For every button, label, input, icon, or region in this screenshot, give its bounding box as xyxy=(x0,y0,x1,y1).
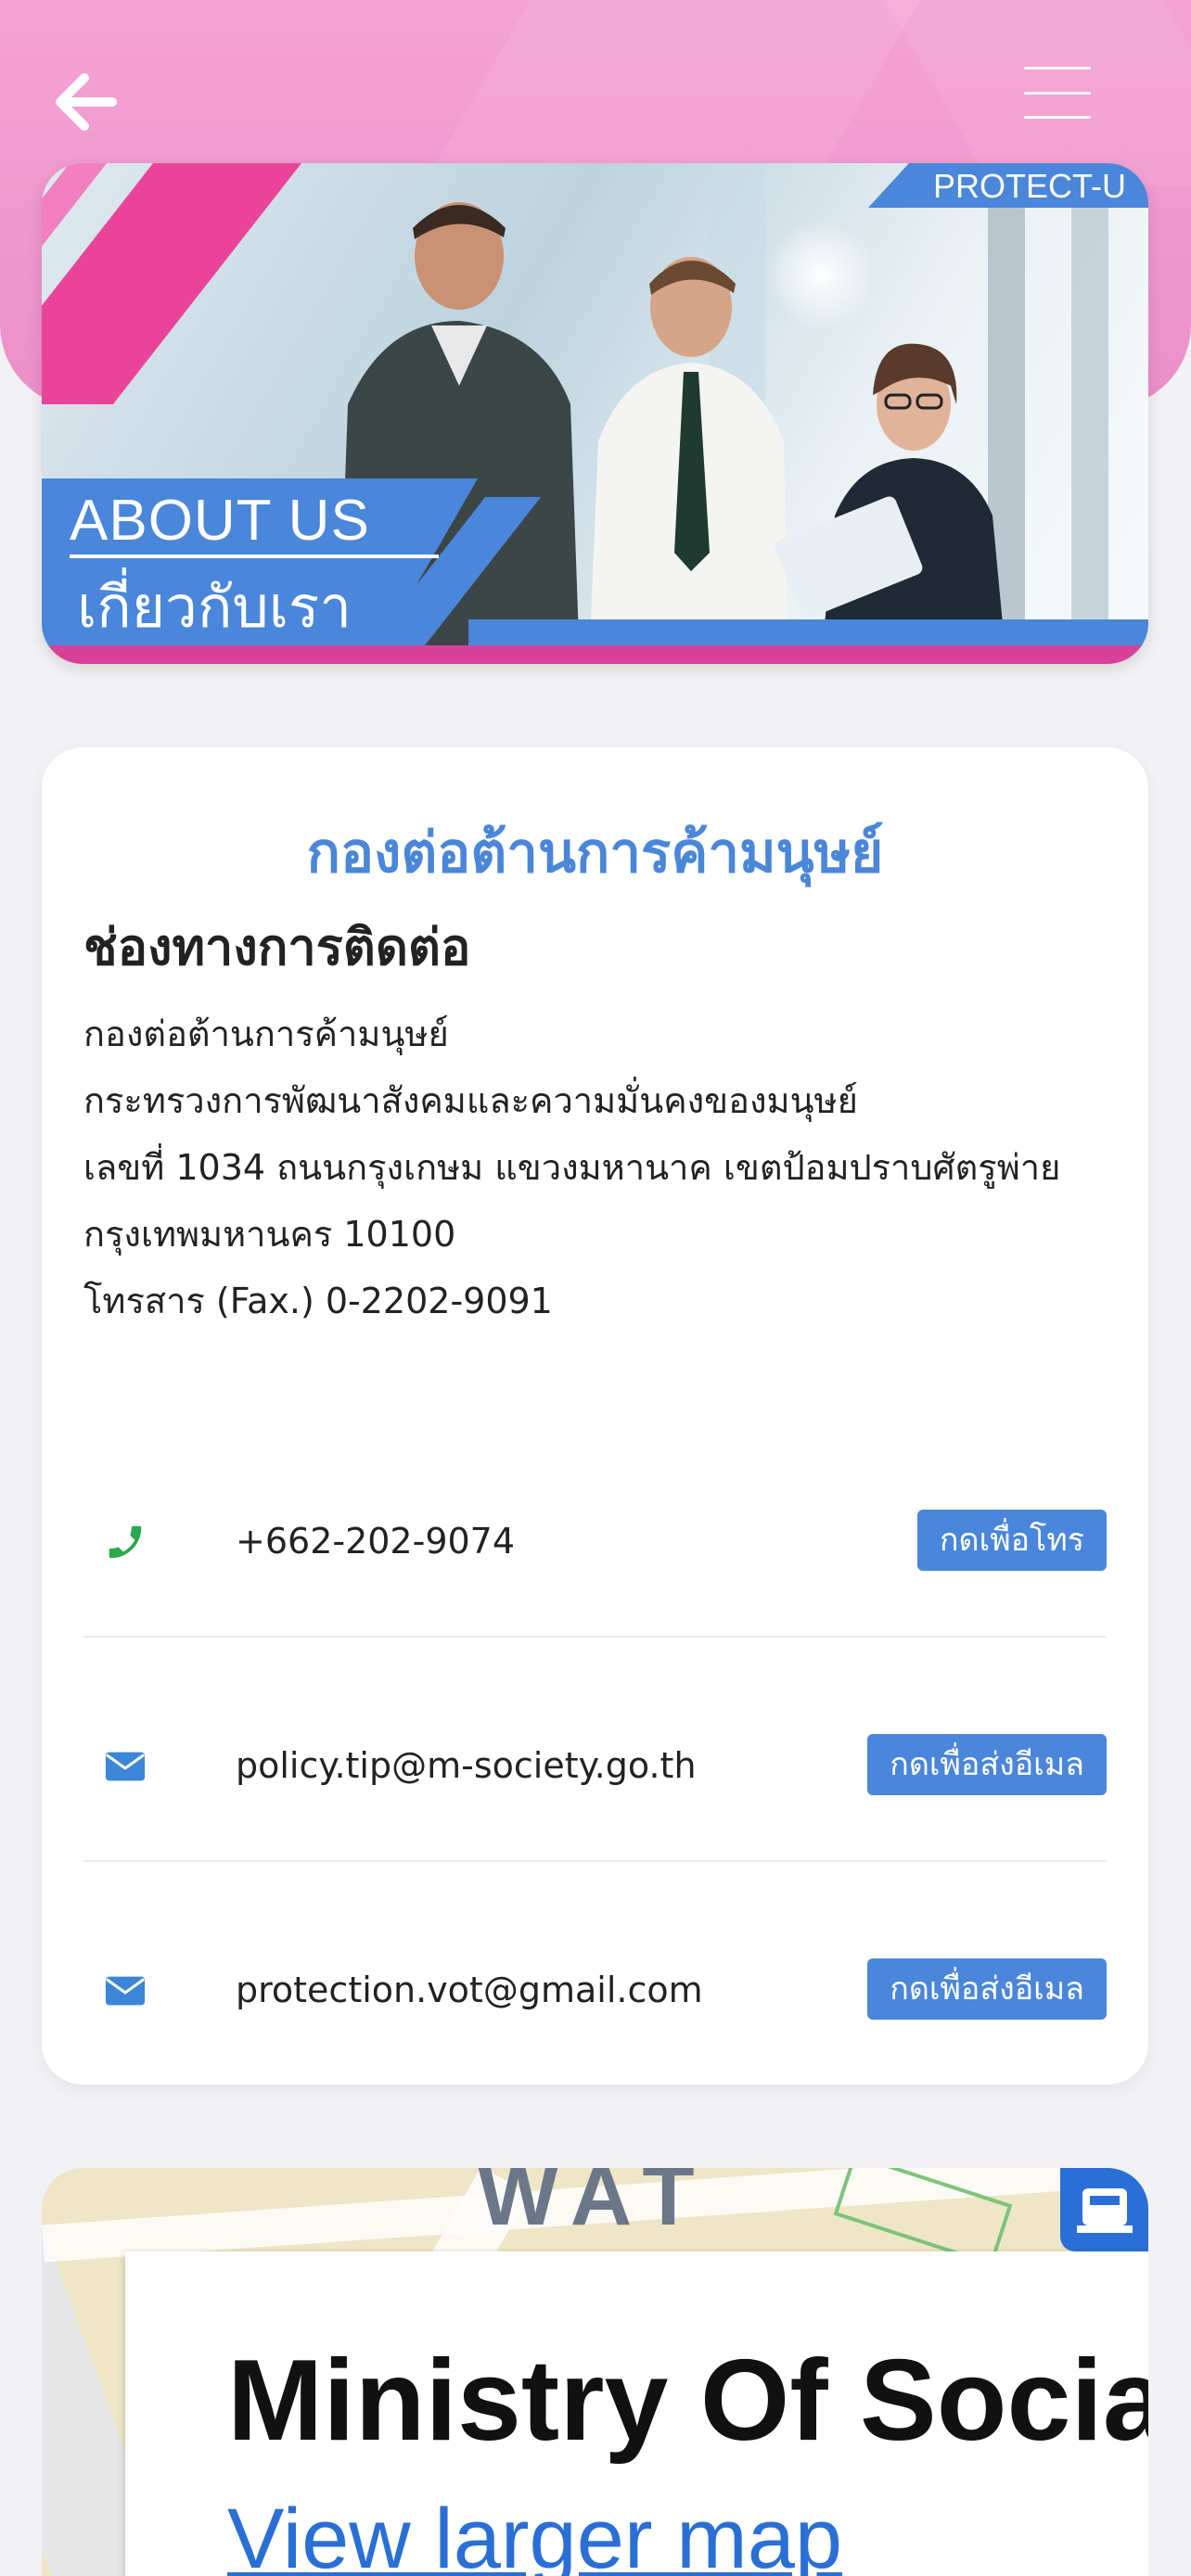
address-line: กองต่อต้านการค้ามนุษย์ xyxy=(83,1014,449,1054)
organization-title: กองต่อต้านการค้ามนุษย์ xyxy=(306,821,884,886)
banner-decoration xyxy=(468,619,1148,647)
phone-icon xyxy=(109,1525,142,1559)
address-line: กรุงเทพมหานคร 10100 xyxy=(83,1214,456,1255)
back-button[interactable] xyxy=(48,65,122,139)
map-info-box: Ministry Of Social View larger map xyxy=(125,2251,1148,2576)
send-email-button[interactable]: กดเพื่อส่งอีเมล xyxy=(867,1958,1107,2020)
call-button[interactable]: กดเพื่อโทร xyxy=(916,1510,1107,1571)
banner-decoration xyxy=(42,163,302,404)
map-place-title: Ministry Of Social xyxy=(227,2337,1148,2465)
arrow-left-icon xyxy=(56,73,117,131)
send-email-button[interactable]: กดเพื่อส่งอีเมล xyxy=(867,1734,1107,1795)
about-banner: PROTECT-U ABOUT US เกี่ยวกับเรา xyxy=(42,163,1148,664)
divider xyxy=(83,1860,1107,1862)
protect-u-tag: PROTECT-U xyxy=(867,163,1148,208)
hamburger-menu-icon[interactable] xyxy=(1024,67,1091,119)
contact-row-email: policy.tip@m-society.go.th กดเพื่อส่งอีเ… xyxy=(83,1721,1107,1814)
map-embed[interactable]: WAT Ministry Of Social View larger map xyxy=(42,2168,1148,2576)
fax-line: โทรสาร (Fax.) 0-2202-9091 xyxy=(83,1281,553,1321)
menu-line xyxy=(1024,67,1091,70)
divider xyxy=(83,1636,1107,1638)
menu-line xyxy=(1024,91,1091,95)
banner-decoration xyxy=(1071,200,1108,664)
section-title: ช่องทางการติดต่อ xyxy=(83,918,471,976)
about-underline xyxy=(70,555,439,558)
building-icon xyxy=(1077,2188,1133,2233)
menu-line xyxy=(1024,116,1091,119)
map-pin-icon xyxy=(1060,2168,1148,2251)
view-larger-map-link[interactable]: View larger map xyxy=(227,2491,842,2576)
address-line: เลขที่ 1034 ถนนกรุงเกษม แขวงมหานาค เขตป้… xyxy=(83,1147,1061,1188)
phone-number: +662-202-9074 xyxy=(236,1521,516,1562)
about-title-en: ABOUT US xyxy=(70,489,370,553)
email-address: policy.tip@m-society.go.th xyxy=(236,1745,697,1786)
map-area-label: WAT xyxy=(478,2168,711,2243)
contact-card: กองต่อต้านการค้ามนุษย์ ช่องทางการติดต่อ … xyxy=(42,747,1148,2085)
envelope-icon xyxy=(105,1976,146,2006)
email-address: protection.vot@gmail.com xyxy=(236,1970,703,2010)
envelope-icon xyxy=(105,1752,146,1781)
contact-row-phone: +662-202-9074 กดเพื่อโทร xyxy=(83,1497,1107,1589)
address-line: กระทรวงการพัฒนาสังคมและความมั่นคงของมนุษ… xyxy=(83,1080,858,1121)
about-title-th: เกี่ยวกับเรา xyxy=(77,573,352,641)
contact-row-email: protection.vot@gmail.com กดเพื่อส่งอีเมล xyxy=(83,1945,1107,2038)
banner-decoration xyxy=(42,645,1148,664)
